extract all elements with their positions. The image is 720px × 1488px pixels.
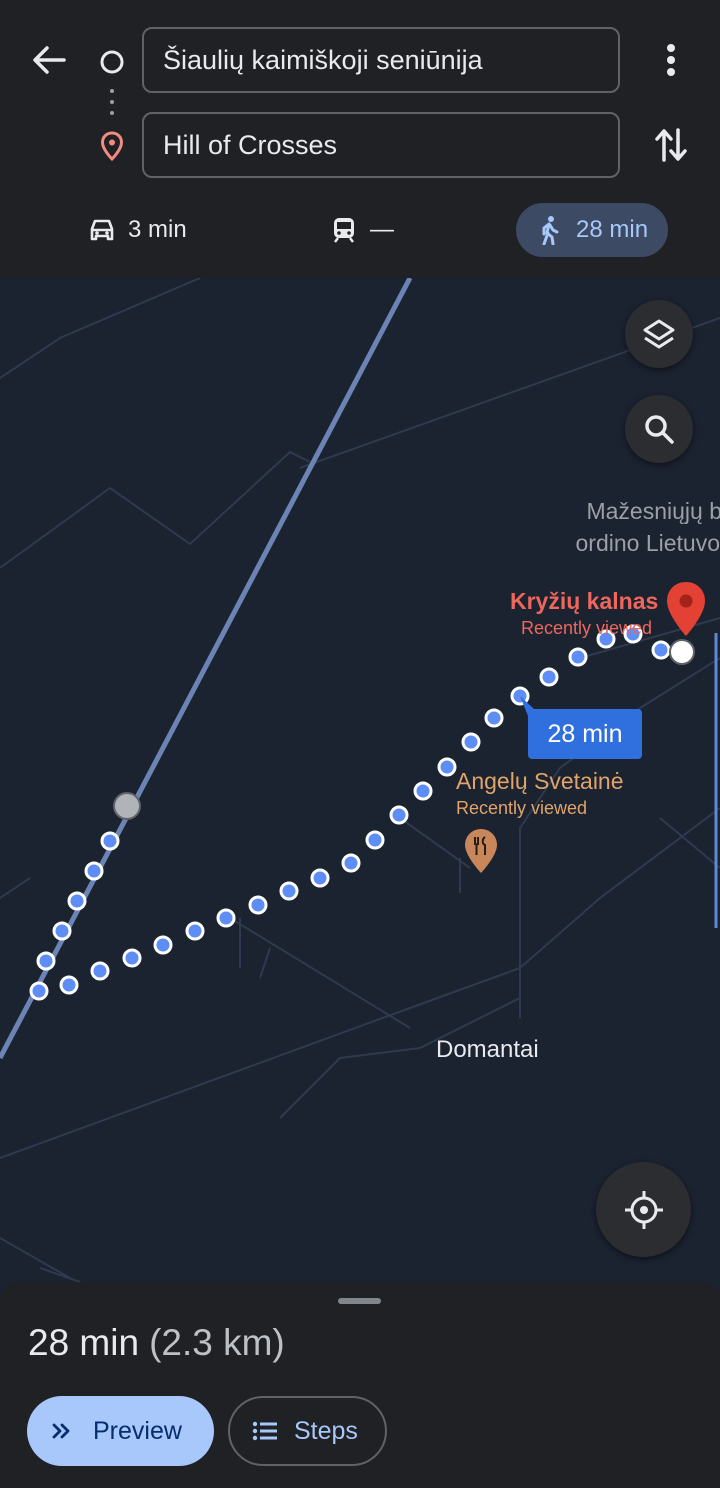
route-dot	[59, 975, 79, 995]
route-dot	[153, 935, 173, 955]
route-distance: (2.3 km)	[149, 1322, 285, 1363]
restaurant-map-sublabel: Recently viewed	[456, 798, 588, 818]
more-vert-icon	[667, 44, 675, 76]
route-duration: 28 min	[28, 1322, 140, 1363]
my-location-button[interactable]	[596, 1162, 691, 1257]
route-dot	[341, 853, 361, 873]
route-dot	[539, 667, 559, 687]
swap-button[interactable]	[648, 124, 694, 166]
mode-walk[interactable]: 28 min	[516, 203, 668, 257]
directions-header: Šiaulių kaimiškoji seniūnija Hill of Cro…	[0, 0, 720, 278]
poi-label-1: Mažesniųjų b	[586, 498, 720, 524]
route-dot	[67, 891, 87, 911]
origin-text: Šiaulių kaimiškoji seniūnija	[163, 44, 483, 75]
route-dot	[248, 895, 268, 915]
mode-drive-label: 3 min	[128, 216, 187, 243]
destination-marker[interactable]	[664, 580, 708, 640]
destination-text: Hill of Crosses	[163, 129, 338, 160]
route-dot	[461, 732, 481, 752]
route-dot	[29, 981, 49, 1001]
preview-button[interactable]: Preview	[27, 1396, 214, 1466]
mode-walk-label: 28 min	[576, 216, 649, 243]
route-dot	[84, 861, 104, 881]
route-dot	[568, 647, 588, 667]
steps-button[interactable]: Steps	[228, 1396, 387, 1466]
more-options-button[interactable]	[652, 40, 690, 80]
preview-label: Preview	[93, 1416, 182, 1445]
map-search-button[interactable]	[625, 395, 693, 463]
route-dots-divider	[110, 89, 114, 115]
route-dot	[365, 830, 385, 850]
restaurant-marker[interactable]	[464, 828, 498, 874]
route-start-point	[113, 792, 141, 820]
restaurant-map-label[interactable]: Angelų Svetainė	[456, 768, 624, 795]
route-duration-text: 28 min	[547, 719, 623, 748]
route-end-point	[669, 639, 695, 665]
search-icon	[645, 415, 674, 444]
map-view[interactable]: Mažesniųjų b ordino Lietuvo Kryžių kalna…	[0, 278, 720, 1282]
route-dot	[216, 908, 236, 928]
route-dot	[310, 868, 330, 888]
route-dot	[100, 831, 120, 851]
origin-circle-icon	[100, 50, 124, 74]
destination-pin-icon	[100, 131, 124, 161]
destination-map-label[interactable]: Kryžių kalnas	[510, 588, 658, 615]
route-duration-badge[interactable]: 28 min	[528, 709, 642, 759]
route-dot	[651, 640, 671, 660]
car-icon	[90, 219, 114, 241]
route-summary-sheet: 28 min (2.3 km) Preview Steps	[0, 1282, 720, 1488]
route-dot	[185, 921, 205, 941]
route-dot	[484, 708, 504, 728]
route-dot	[36, 951, 56, 971]
mode-transit-label: —	[370, 216, 394, 243]
origin-field[interactable]: Šiaulių kaimiškoji seniūnija	[142, 27, 620, 93]
list-icon	[252, 1421, 277, 1441]
back-arrow-icon	[33, 46, 66, 74]
back-button[interactable]	[26, 40, 72, 80]
sheet-drag-handle[interactable]	[338, 1298, 381, 1304]
route-dot	[279, 881, 299, 901]
route-dot	[90, 961, 110, 981]
destination-map-sublabel: Recently viewed	[521, 618, 653, 638]
walk-icon	[542, 216, 559, 245]
route-dot	[52, 921, 72, 941]
route-dot	[122, 948, 142, 968]
swap-icon	[655, 128, 687, 162]
poi-label-2: ordino Lietuvo	[575, 530, 720, 556]
destination-field[interactable]: Hill of Crosses	[142, 112, 620, 178]
mode-transit[interactable]: —	[332, 203, 412, 257]
double-chevron-icon	[52, 1423, 70, 1439]
route-summary: 28 min (2.3 km)	[28, 1322, 285, 1364]
mode-drive[interactable]: 3 min	[88, 203, 208, 257]
route-dot	[437, 757, 457, 777]
route-dot	[413, 781, 433, 801]
layers-button[interactable]	[625, 300, 693, 368]
steps-label: Steps	[294, 1416, 358, 1445]
route-dot	[389, 805, 409, 825]
badge-pointer	[520, 696, 534, 716]
train-icon	[334, 218, 354, 243]
layers-icon	[643, 319, 675, 349]
village-label: Domantai	[436, 1036, 539, 1063]
my-location-icon	[624, 1190, 663, 1229]
